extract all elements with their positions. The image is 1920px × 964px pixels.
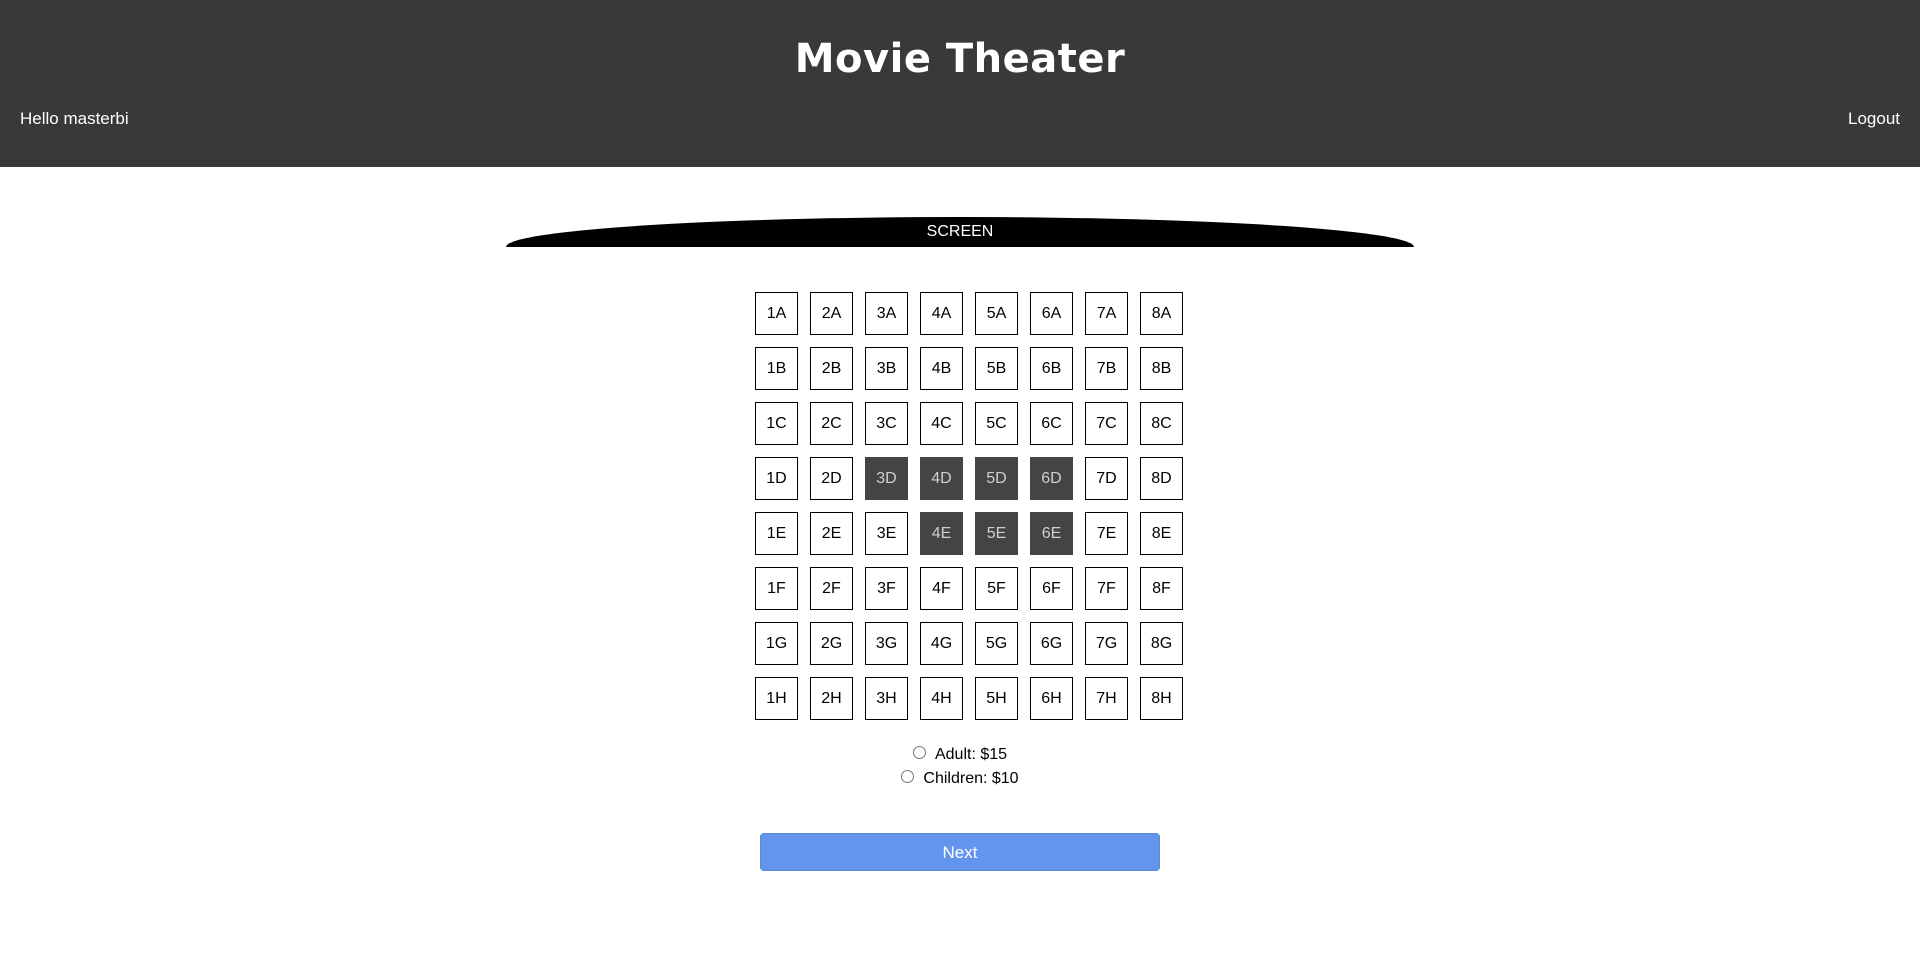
seat-2b[interactable]: 2B	[810, 347, 853, 390]
seat-2f[interactable]: 2F	[810, 567, 853, 610]
seat-4a[interactable]: 4A	[920, 292, 963, 335]
seat-5b[interactable]: 5B	[975, 347, 1018, 390]
seat-6g[interactable]: 6G	[1030, 622, 1073, 665]
seat-4g[interactable]: 4G	[920, 622, 963, 665]
seat-7b[interactable]: 7B	[1085, 347, 1128, 390]
seat-2a[interactable]: 2A	[810, 292, 853, 335]
seat-3b[interactable]: 3B	[865, 347, 908, 390]
ticket-option-adult[interactable]: Adult: $15	[0, 743, 1920, 767]
ticket-type-options: Adult: $15 Children: $10	[0, 743, 1920, 791]
seat-4c[interactable]: 4C	[920, 402, 963, 445]
seat-1e[interactable]: 1E	[755, 512, 798, 555]
user-greeting: Hello masterbi	[20, 109, 129, 128]
seat-3g[interactable]: 3G	[865, 622, 908, 665]
seat-7f[interactable]: 7F	[1085, 567, 1128, 610]
seat-2g[interactable]: 2G	[810, 622, 853, 665]
seat-4h[interactable]: 4H	[920, 677, 963, 720]
seat-5e: 5E	[975, 512, 1018, 555]
seat-1h[interactable]: 1H	[755, 677, 798, 720]
children-label: Children: $10	[923, 770, 1019, 787]
seat-6e: 6E	[1030, 512, 1073, 555]
seat-2c[interactable]: 2C	[810, 402, 853, 445]
seat-2e[interactable]: 2E	[810, 512, 853, 555]
seat-1c[interactable]: 1C	[755, 402, 798, 445]
seat-1g[interactable]: 1G	[755, 622, 798, 665]
adult-radio[interactable]	[912, 746, 926, 760]
seat-8b[interactable]: 8B	[1140, 347, 1183, 390]
seat-8c[interactable]: 8C	[1140, 402, 1183, 445]
seat-7h[interactable]: 7H	[1085, 677, 1128, 720]
seat-2d[interactable]: 2D	[810, 457, 853, 500]
screen-indicator: SCREEN	[506, 217, 1414, 247]
seat-8f[interactable]: 8F	[1140, 567, 1183, 610]
seat-8g[interactable]: 8G	[1140, 622, 1183, 665]
seat-5a[interactable]: 5A	[975, 292, 1018, 335]
seat-8h[interactable]: 8H	[1140, 677, 1183, 720]
seat-3h[interactable]: 3H	[865, 677, 908, 720]
seat-1a[interactable]: 1A	[755, 292, 798, 335]
adult-label: Adult: $15	[934, 746, 1008, 763]
seat-5d: 5D	[975, 457, 1018, 500]
seat-5c[interactable]: 5C	[975, 402, 1018, 445]
seat-5g[interactable]: 5G	[975, 622, 1018, 665]
seat-8e[interactable]: 8E	[1140, 512, 1183, 555]
seat-1d[interactable]: 1D	[755, 457, 798, 500]
seat-4b[interactable]: 4B	[920, 347, 963, 390]
app-header: Movie Theater Hello masterbi Logout	[0, 0, 1920, 167]
ticket-option-children[interactable]: Children: $10	[0, 767, 1920, 791]
seat-6h[interactable]: 6H	[1030, 677, 1073, 720]
seat-7d[interactable]: 7D	[1085, 457, 1128, 500]
seat-8d[interactable]: 8D	[1140, 457, 1183, 500]
seat-grid: 1A 2A 3A 4A 5A 6A 7A 8A 1B 2B 3B 4B 5B 6B 7B 8B 1C 2C 3C 4C…	[755, 292, 1185, 720]
seat-6f[interactable]: 6F	[1030, 567, 1073, 610]
seat-7c[interactable]: 7C	[1085, 402, 1128, 445]
seat-8a[interactable]: 8A	[1140, 292, 1183, 335]
logout-link[interactable]: Logout	[1848, 109, 1900, 129]
seat-3e[interactable]: 3E	[865, 512, 908, 555]
seat-2h[interactable]: 2H	[810, 677, 853, 720]
next-button[interactable]: Next	[760, 833, 1160, 871]
seat-6a[interactable]: 6A	[1030, 292, 1073, 335]
seat-7e[interactable]: 7E	[1085, 512, 1128, 555]
seat-4e: 4E	[920, 512, 963, 555]
seat-1b[interactable]: 1B	[755, 347, 798, 390]
seat-6d: 6D	[1030, 457, 1073, 500]
seat-7a[interactable]: 7A	[1085, 292, 1128, 335]
seat-5h[interactable]: 5H	[975, 677, 1018, 720]
seat-3d: 3D	[865, 457, 908, 500]
seat-7g[interactable]: 7G	[1085, 622, 1128, 665]
seat-1f[interactable]: 1F	[755, 567, 798, 610]
page-title: Movie Theater	[794, 36, 1126, 82]
seat-4f[interactable]: 4F	[920, 567, 963, 610]
children-radio[interactable]	[901, 770, 915, 784]
seat-6b[interactable]: 6B	[1030, 347, 1073, 390]
seat-4d: 4D	[920, 457, 963, 500]
seat-6c[interactable]: 6C	[1030, 402, 1073, 445]
seat-3c[interactable]: 3C	[865, 402, 908, 445]
seat-3f[interactable]: 3F	[865, 567, 908, 610]
seat-5f[interactable]: 5F	[975, 567, 1018, 610]
seat-3a[interactable]: 3A	[865, 292, 908, 335]
